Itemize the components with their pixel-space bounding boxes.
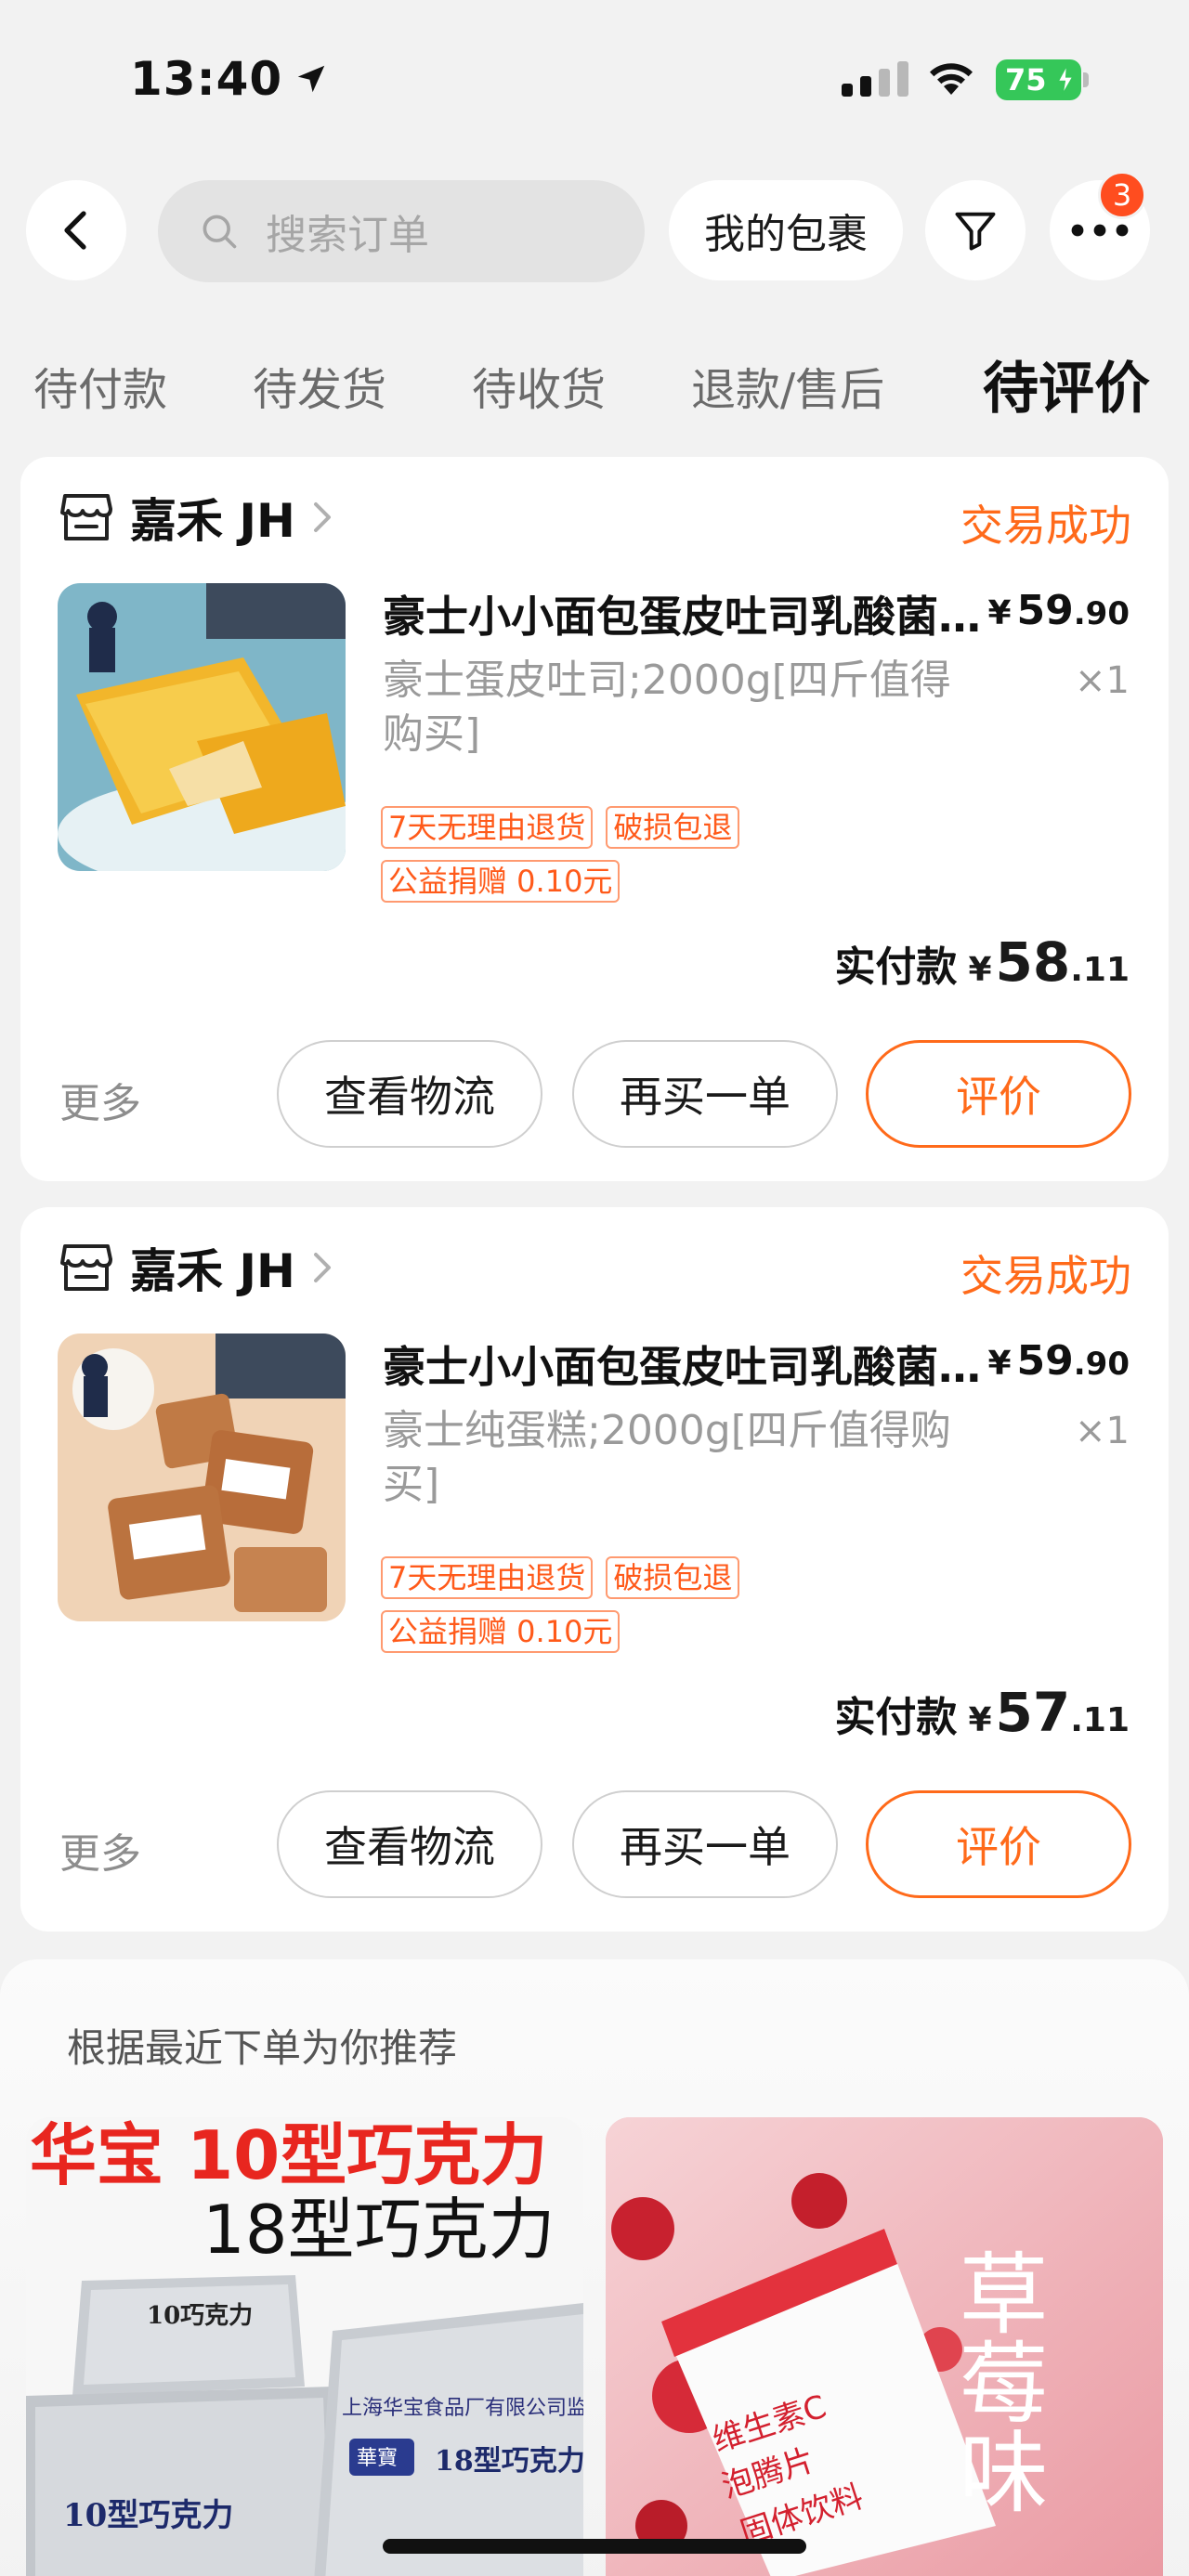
- maker-label: 上海华宝食品厂有限公司监制: [342, 2397, 583, 2420]
- amount-paid-decimal: .11: [1070, 1701, 1130, 1739]
- order-status: 交易成功: [960, 1251, 1131, 1301]
- cellular-signal-icon: [842, 59, 908, 97]
- store-icon: [60, 1244, 112, 1291]
- clock: 13:40: [130, 52, 283, 106]
- tag-charity: 公益捐赠 0.10元: [381, 860, 621, 903]
- tab-pending-payment[interactable]: 待付款: [33, 353, 167, 418]
- currency-symbol: ¥: [968, 1701, 992, 1739]
- pack-label-c: 18型巧克力: [435, 2445, 583, 2478]
- more-link[interactable]: 更多: [59, 1820, 141, 1880]
- notification-badge: 3: [1098, 171, 1146, 219]
- quantity: ×1: [1075, 1410, 1130, 1452]
- tag-7day-return: 7天无理由退货: [381, 806, 594, 849]
- more-link[interactable]: 更多: [59, 1070, 141, 1129]
- shop-name: 嘉禾 JH: [130, 1244, 295, 1298]
- buy-again-button[interactable]: 再买一单: [572, 1040, 838, 1148]
- wifi-icon: [930, 63, 973, 95]
- more-dots-icon: [1071, 224, 1129, 237]
- product-spec: 豪士蛋皮吐司;2000g[四斤值得购买]: [383, 657, 951, 758]
- recommendation-title: 根据最近下单为你推荐: [67, 2025, 458, 2071]
- shop-name: 嘉禾 JH: [130, 494, 295, 548]
- currency-symbol: ¥: [968, 951, 992, 989]
- charity-tags: 公益捐赠 0.10元: [381, 1610, 621, 1653]
- charging-bolt-icon: [1056, 65, 1075, 95]
- price-decimal: .90: [1073, 1346, 1130, 1383]
- cake-thumbnail-icon: [58, 1334, 346, 1621]
- unit-price: ¥59.90: [987, 587, 1130, 634]
- battery-indicator: 75: [996, 59, 1089, 100]
- pack-label-a: 10巧克力: [147, 2302, 253, 2330]
- promo-subline: 18型巧克力: [203, 2191, 555, 2269]
- service-tags: 7天无理由退货 破损包退: [381, 806, 740, 849]
- tag-7day-return: 7天无理由退货: [381, 1556, 594, 1599]
- chevron-left-icon: [64, 211, 86, 250]
- view-logistics-button[interactable]: 查看物流: [277, 1040, 542, 1148]
- filter-button[interactable]: [925, 180, 1026, 280]
- recommended-product-chocolate[interactable]: 华宝 10型巧克力 18型巧克力 10巧克力 10型巧克力 上海华宝食品厂有限公…: [26, 2117, 583, 2576]
- order-card: 嘉禾 JH 交易成功 豪士小小面包蛋皮吐司乳酸菌夹心早餐面包 ¥59.90 豪士…: [20, 457, 1169, 1181]
- chevron-right-icon: [313, 502, 331, 532]
- brand-logo: 華寶: [357, 2447, 398, 2470]
- review-button[interactable]: 评价: [866, 1790, 1131, 1898]
- pack-label-b: 10型巧克力: [63, 2497, 233, 2534]
- more-options-button[interactable]: 3: [1050, 171, 1150, 280]
- product-image[interactable]: [58, 1334, 346, 1621]
- battery-level: 75: [1005, 62, 1047, 98]
- product-image[interactable]: [58, 583, 346, 871]
- shop-link[interactable]: 嘉禾 JH: [59, 485, 333, 550]
- price-integer: 59: [1016, 587, 1074, 634]
- tag-charity: 公益捐赠 0.10元: [381, 1610, 621, 1653]
- search-icon: [203, 215, 237, 249]
- currency-symbol: ¥: [987, 594, 1012, 632]
- back-button[interactable]: [26, 180, 126, 280]
- tag-damage-refund: 破损包退: [606, 1556, 740, 1599]
- filter-icon: [955, 212, 996, 251]
- currency-symbol: ¥: [987, 1345, 1012, 1383]
- order-header: 搜索订单 我的包裹 3: [0, 171, 1189, 286]
- price-decimal: .90: [1073, 595, 1130, 632]
- tab-pending-shipment[interactable]: 待发货: [253, 353, 386, 418]
- tab-pending-receipt[interactable]: 待收货: [472, 353, 606, 418]
- buy-again-button[interactable]: 再买一单: [572, 1790, 838, 1898]
- charity-tags: 公益捐赠 0.10元: [381, 860, 621, 903]
- chevron-right-icon: [313, 1253, 331, 1282]
- flavor-label: 草莓味: [944, 2247, 1048, 2515]
- bread-thumbnail-icon: [58, 583, 346, 871]
- tag-damage-refund: 破损包退: [606, 806, 740, 849]
- amount-paid-integer: 58: [995, 930, 1071, 994]
- price-integer: 59: [1016, 1337, 1074, 1385]
- my-parcels-button[interactable]: 我的包裹: [669, 180, 903, 280]
- home-indicator: [383, 2539, 806, 2554]
- view-logistics-button[interactable]: 查看物流: [277, 1790, 542, 1898]
- chocolate-product-image: 华宝 10型巧克力 18型巧克力 10巧克力 10型巧克力 上海华宝食品厂有限公…: [26, 2117, 583, 2576]
- unit-price: ¥59.90: [987, 1337, 1130, 1385]
- tab-refund-after-sales[interactable]: 退款/售后: [691, 353, 884, 418]
- amount-paid-integer: 57: [995, 1681, 1071, 1744]
- shop-link[interactable]: 嘉禾 JH: [59, 1235, 333, 1300]
- order-status: 交易成功: [960, 501, 1131, 551]
- store-icon: [60, 494, 112, 540]
- service-tags: 7天无理由退货 破损包退: [381, 1556, 740, 1599]
- product-title[interactable]: 豪士小小面包蛋皮吐司乳酸菌夹心早餐面包: [383, 1334, 996, 1395]
- amount-paid-label: 实付款: [834, 943, 958, 991]
- product-spec: 豪士纯蛋糕;2000g[四斤值得购买]: [383, 1407, 951, 1508]
- status-bar: 13:40 75: [0, 0, 1189, 158]
- recommended-product-vitamin[interactable]: 维生素C 泡腾片 固体饮料 草莓味: [606, 2117, 1163, 2576]
- tab-pending-review[interactable]: 待评价: [983, 344, 1150, 424]
- location-arrow-icon: [297, 65, 325, 93]
- order-card: 嘉禾 JH 交易成功 豪士小小面包蛋皮吐司乳酸菌夹心早餐面包 ¥59.90 豪士…: [20, 1207, 1169, 1932]
- amount-paid: 实付款 ¥ 58 .11: [834, 930, 1130, 994]
- search-placeholder: 搜索订单: [266, 212, 429, 259]
- vitamin-product-image: 维生素C 泡腾片 固体饮料 草莓味: [606, 2117, 1163, 2576]
- amount-paid-label: 实付款: [834, 1694, 958, 1741]
- quantity: ×1: [1075, 659, 1130, 702]
- status-time: 13:40: [130, 52, 329, 106]
- order-search-input[interactable]: 搜索订单: [158, 180, 645, 282]
- order-status-tabs: 待付款 待发货 待收货 退款/售后 待评价: [0, 344, 1189, 427]
- promo-headline: 华宝 10型巧克力: [30, 2117, 547, 2194]
- amount-paid: 实付款 ¥ 57 .11: [834, 1681, 1130, 1744]
- amount-paid-decimal: .11: [1070, 951, 1130, 989]
- review-button[interactable]: 评价: [866, 1040, 1131, 1148]
- product-title[interactable]: 豪士小小面包蛋皮吐司乳酸菌夹心早餐面包: [383, 583, 996, 644]
